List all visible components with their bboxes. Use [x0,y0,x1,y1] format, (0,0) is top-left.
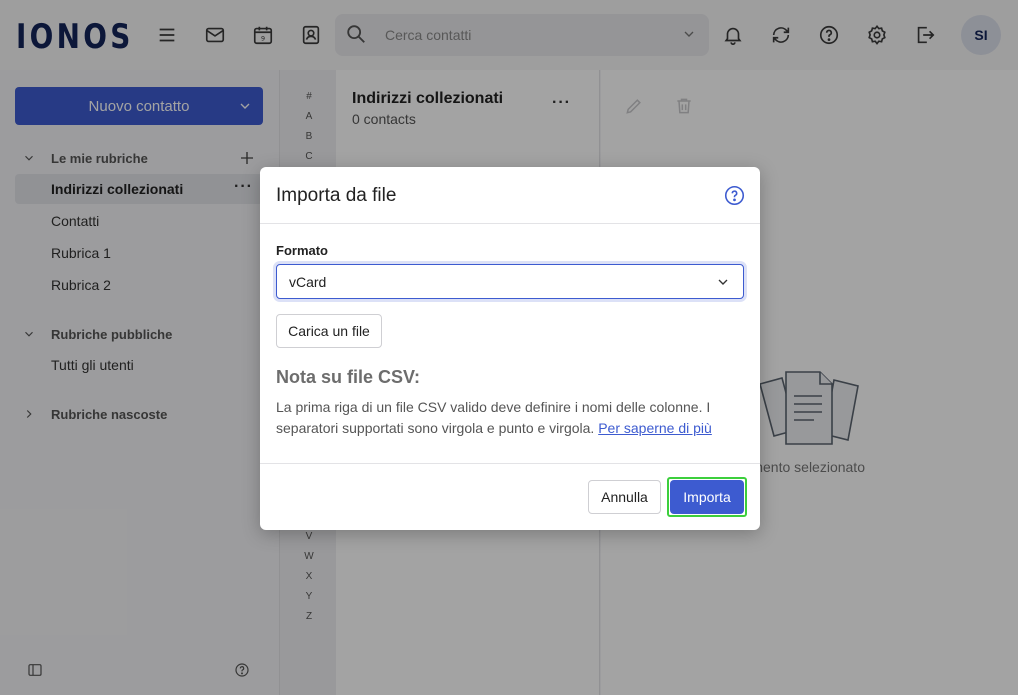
dialog-title: Importa da file [276,185,397,206]
learn-more-link[interactable]: Per saperne di più [598,420,712,436]
csv-note-text: La prima riga di un file CSV valido deve… [276,397,736,439]
format-label: Formato [276,243,328,258]
import-button[interactable]: Importa [670,480,744,514]
help-icon[interactable] [724,185,745,206]
format-select[interactable]: vCard [276,264,744,299]
chevron-down-icon [715,274,731,290]
format-selected-value: vCard [289,273,327,290]
divider [260,223,760,224]
upload-file-button[interactable]: Carica un file [276,314,382,348]
csv-note-heading: Nota su file CSV: [276,367,421,387]
divider [260,463,760,464]
cancel-button[interactable]: Annulla [588,480,661,514]
import-dialog: Importa da file Formato vCard Carica un … [260,167,760,530]
